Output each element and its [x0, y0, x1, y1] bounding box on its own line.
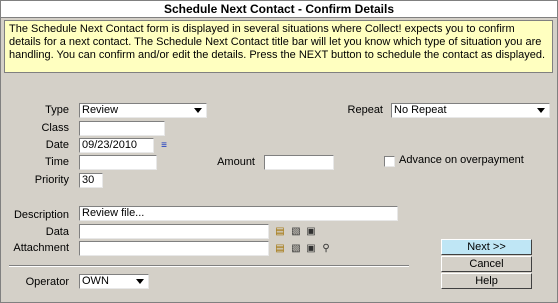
advance-checkbox[interactable] — [384, 156, 395, 167]
attachment-label: Attachment — [13, 242, 69, 254]
divider — [9, 265, 409, 267]
disk-icon[interactable]: ▧ — [289, 242, 303, 255]
delete-icon[interactable]: ▣ — [304, 225, 318, 238]
folder-open-icon[interactable]: ▤ — [273, 225, 287, 238]
next-button[interactable]: Next >> — [441, 239, 532, 255]
chevron-down-icon[interactable] — [133, 275, 147, 288]
class-field[interactable] — [79, 121, 165, 136]
priority-field[interactable]: 30 — [79, 173, 103, 188]
operator-combo[interactable]: OWN — [79, 274, 149, 289]
amount-label: Amount — [217, 156, 255, 168]
cancel-button[interactable]: Cancel — [441, 256, 532, 272]
data-field[interactable] — [79, 224, 269, 239]
calendar-icon[interactable]: ≡ — [157, 139, 171, 152]
priority-label: Priority — [34, 174, 69, 186]
delete-icon[interactable]: ▣ — [304, 242, 318, 255]
description-field[interactable]: Review file... — [79, 206, 398, 221]
time-label: Time — [44, 156, 69, 168]
date-label: Date — [45, 139, 69, 151]
magnifier-icon[interactable]: ⚲ — [319, 242, 333, 255]
repeat-label: Repeat — [347, 104, 383, 116]
description-label: Description — [13, 209, 69, 221]
data-label: Data — [45, 226, 69, 238]
repeat-combo[interactable]: No Repeat — [391, 103, 550, 118]
advance-label: Advance on overpayment — [399, 154, 524, 166]
attachment-field[interactable] — [79, 241, 269, 256]
schedule-next-contact-window: Schedule Next Contact - Confirm Details … — [0, 0, 558, 303]
type-label: Type — [45, 104, 69, 116]
repeat-value: No Repeat — [394, 104, 447, 116]
type-value: Review — [82, 104, 119, 116]
amount-field[interactable] — [264, 155, 334, 170]
info-panel: The Schedule Next Contact form is displa… — [4, 20, 553, 73]
disk-icon[interactable]: ▧ — [289, 225, 303, 238]
window-title: Schedule Next Contact - Confirm Details — [1, 1, 557, 18]
class-label: Class — [41, 122, 69, 134]
operator-value: OWN — [82, 275, 109, 287]
chevron-down-icon[interactable] — [534, 104, 548, 117]
chevron-down-icon[interactable] — [191, 104, 205, 117]
date-field[interactable]: 09/23/2010 — [79, 138, 154, 153]
time-field[interactable] — [79, 155, 157, 170]
help-button[interactable]: Help — [441, 273, 532, 289]
folder-open-icon[interactable]: ▤ — [273, 242, 287, 255]
type-combo[interactable]: Review — [79, 103, 207, 118]
operator-label: Operator — [25, 276, 69, 288]
